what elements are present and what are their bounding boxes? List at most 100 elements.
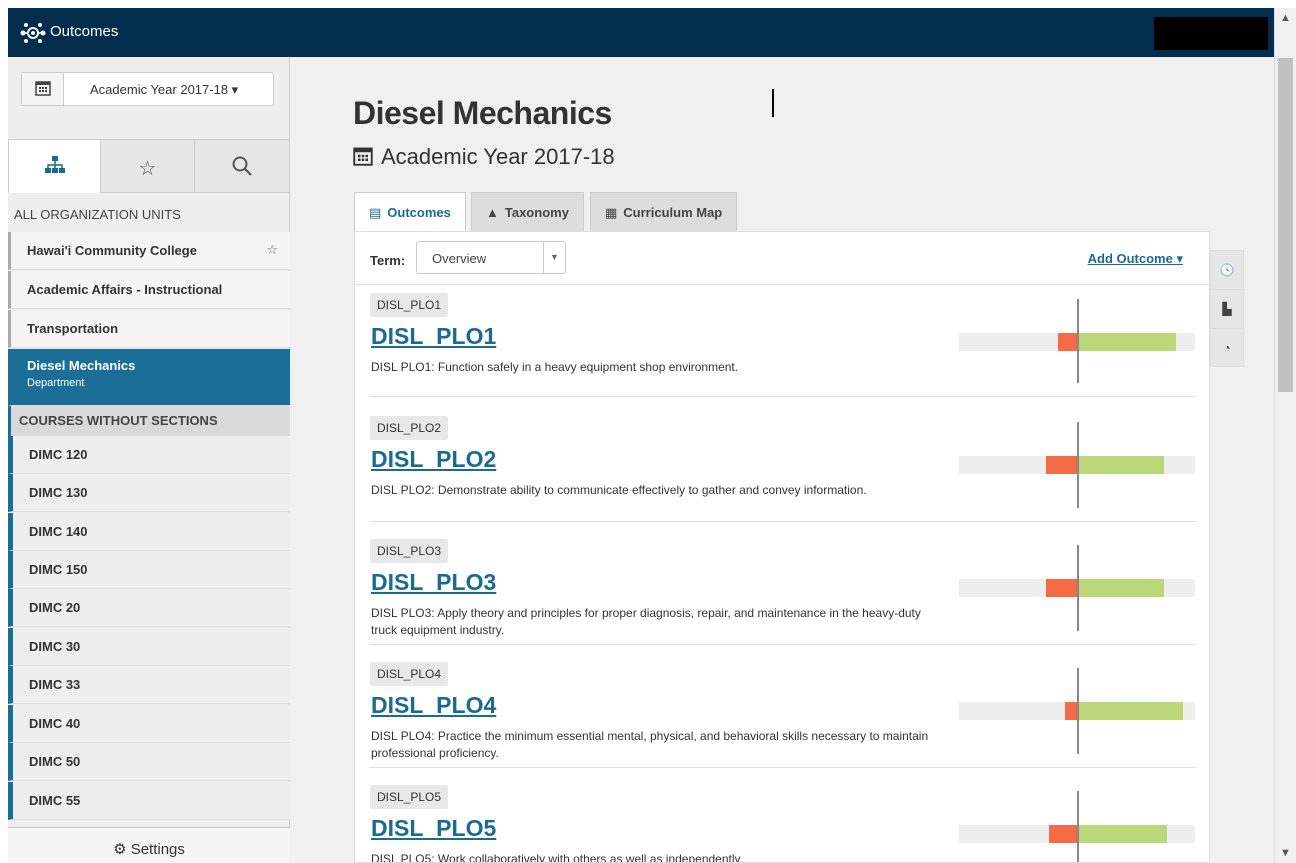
assessment-bar-negative	[1046, 456, 1077, 474]
report-button[interactable]: ▙	[1211, 290, 1243, 329]
outcome-title-link[interactable]: DISL_PLO5	[371, 815, 496, 842]
year-select[interactable]: Academic Year 2017-18 ▾	[21, 72, 274, 106]
outcome-title-link[interactable]: DISL_PLO4	[371, 692, 496, 719]
favorite-star-icon[interactable]: ☆	[266, 242, 278, 258]
hierarchy-icon	[44, 156, 65, 173]
tab-hierarchy[interactable]	[8, 139, 101, 193]
dashboard-button[interactable]: ◔	[1211, 329, 1243, 368]
assessment-bar-positive	[1077, 825, 1167, 843]
sidebar: Academic Year 2017-18 ▾ ☆ ALL ORGANIZATI…	[8, 57, 290, 863]
term-label: Term:	[370, 253, 406, 268]
outcome-title-link[interactable]: DISL_PLO3	[371, 569, 496, 596]
assessment-bar-negative	[1046, 579, 1077, 597]
all-organization-units-link[interactable]: ALL ORGANIZATION UNITS	[8, 201, 290, 231]
sidebar-item-label: Academic Affairs - Instructional	[27, 282, 223, 297]
settings-button[interactable]: ⚙ Settings	[8, 827, 290, 863]
outcome-description: DISL PLO3: Apply theory and principles f…	[371, 606, 921, 637]
tab-favorites[interactable]: ☆	[100, 139, 195, 193]
triangle-icon: ▲	[486, 205, 499, 220]
outcome-code-badge: DISL_PLO2	[370, 416, 449, 440]
page-subtitle: Academic Year 2017-18	[353, 144, 615, 170]
sidebar-item-transportation[interactable]: Transportation	[8, 310, 290, 348]
assessment-axis	[1077, 422, 1079, 508]
assessment-axis	[1077, 668, 1079, 754]
tab-search[interactable]	[194, 139, 290, 193]
courses-without-sections-header: COURSES WITHOUT SECTIONS	[8, 406, 290, 436]
side-toolbar: 🕓 ▙ ◔	[1210, 250, 1244, 367]
outcome-description: DISL PLO4: Practice the minimum essentia…	[371, 729, 929, 760]
tab-taxonomy[interactable]: ▲ Taxonomy	[471, 192, 584, 232]
course-item[interactable]: DIMC 120	[8, 436, 290, 474]
tab-label: Taxonomy	[504, 205, 569, 220]
course-item[interactable]: DIMC 20	[8, 589, 290, 627]
course-item[interactable]: DIMC 50	[8, 743, 290, 781]
scroll-up-icon[interactable]: ▲	[1275, 8, 1296, 28]
course-item[interactable]: DIMC 33	[8, 666, 290, 704]
add-outcome-button[interactable]: Add Outcome ▾	[1088, 251, 1183, 267]
course-item[interactable]: DIMC 150	[8, 551, 290, 589]
sidebar-item-label: Transportation	[27, 321, 119, 336]
academic-year-label: Academic Year 2017-18	[381, 144, 615, 169]
outcome-row: DISL_PLO3 DISL_PLO3 DISL PLO3: Apply theor…	[370, 539, 1196, 645]
sidebar-item-label: Hawai'i Community College	[27, 243, 197, 258]
assessment-bar-positive	[1077, 579, 1164, 597]
calendar-icon	[353, 147, 373, 166]
text-cursor	[772, 89, 774, 117]
app-title[interactable]: Outcomes	[50, 23, 118, 40]
term-select[interactable]: Overview ▼	[416, 241, 566, 274]
course-item[interactable]: DIMC 40	[8, 705, 290, 743]
course-item[interactable]: DIMC 30	[8, 628, 290, 666]
user-menu[interactable]	[1154, 17, 1268, 50]
outcomes-panel: Term: Overview ▼ Add Outcome ▾ DISL_PLO1…	[354, 231, 1210, 863]
search-icon	[232, 156, 252, 176]
outcome-row: DISL_PLO5 DISL_PLO5 DISL PLO5: Work collab…	[370, 785, 1196, 863]
assessment-axis	[1077, 545, 1079, 631]
top-bar: Outcomes	[8, 8, 1274, 57]
outcome-code-badge: DISL_PLO3	[370, 539, 449, 563]
outcome-row: DISL_PLO4 DISL_PLO4 DISL PLO4: Practice th…	[370, 662, 1196, 768]
outcome-title-link[interactable]: DISL_PLO1	[371, 323, 496, 350]
scroll-down-icon[interactable]: ▼	[1275, 843, 1296, 863]
outcome-row: DISL_PLO1 DISL_PLO1 DISL PLO1: Function sa…	[370, 293, 1196, 397]
outcome-description: DISL PLO5: Work collaboratively with oth…	[371, 852, 743, 863]
sidebar-item-diesel-mechanics[interactable]: Diesel Mechanics Department	[8, 349, 290, 406]
sidebar-item-academic-affairs[interactable]: Academic Affairs - Instructional	[8, 271, 290, 309]
sidebar-item-hawaii-cc[interactable]: Hawai'i Community College ☆	[8, 232, 290, 270]
clock-icon: 🕓	[1219, 263, 1235, 277]
course-item[interactable]: DIMC 130	[8, 474, 290, 512]
outcome-code-badge: DISL_PLO1	[370, 293, 449, 317]
scroll-thumb[interactable]	[1278, 58, 1293, 392]
tab-curriculum-map[interactable]: ▦ Curriculum Map	[590, 192, 738, 232]
divider	[355, 284, 1209, 285]
outcome-code-badge: DISL_PLO5	[370, 785, 449, 809]
sidebar-tabs: ☆	[8, 139, 290, 193]
tab-outcomes[interactable]: ▤ Outcomes	[354, 192, 466, 233]
course-item[interactable]: DIMC 140	[8, 513, 290, 551]
assessment-bar-positive	[1077, 456, 1164, 474]
outcome-row: DISL_PLO2 DISL_PLO2 DISL PLO2: Demonstrate…	[370, 416, 1196, 522]
gear-icon: ⚙	[113, 841, 127, 858]
tab-label: Outcomes	[387, 205, 451, 220]
outcome-code-badge: DISL_PLO4	[370, 662, 449, 686]
outcome-title-link[interactable]: DISL_PLO2	[371, 446, 496, 473]
course-item[interactable]: DIMC 55	[8, 782, 290, 820]
history-button[interactable]: 🕓	[1211, 251, 1243, 290]
settings-label: Settings	[130, 841, 185, 858]
app-logo-icon[interactable]	[20, 20, 46, 46]
sidebar-item-type: Department	[27, 377, 85, 389]
chevron-down-icon: ▼	[543, 242, 565, 273]
tab-label: Curriculum Map	[623, 205, 723, 220]
grid-icon: ▦	[605, 205, 618, 220]
assessment-bar-negative	[1065, 702, 1077, 720]
star-icon: ☆	[138, 158, 157, 180]
bar-chart-icon: ▙	[1222, 302, 1232, 316]
gauge-icon: ◔	[1223, 341, 1231, 355]
outcome-description: DISL PLO2: Demonstrate ability to commun…	[371, 483, 867, 497]
assessment-axis	[1077, 299, 1079, 383]
sidebar-item-label: Diesel Mechanics	[27, 358, 136, 373]
year-select-label: Academic Year 2017-18 ▾	[90, 82, 239, 97]
outcome-description: DISL PLO1: Function safely in a heavy eq…	[371, 360, 739, 374]
page-title: Diesel Mechanics	[353, 95, 612, 131]
vertical-scrollbar[interactable]: ▲ ▼	[1274, 8, 1296, 863]
list-icon: ▤	[369, 205, 382, 220]
